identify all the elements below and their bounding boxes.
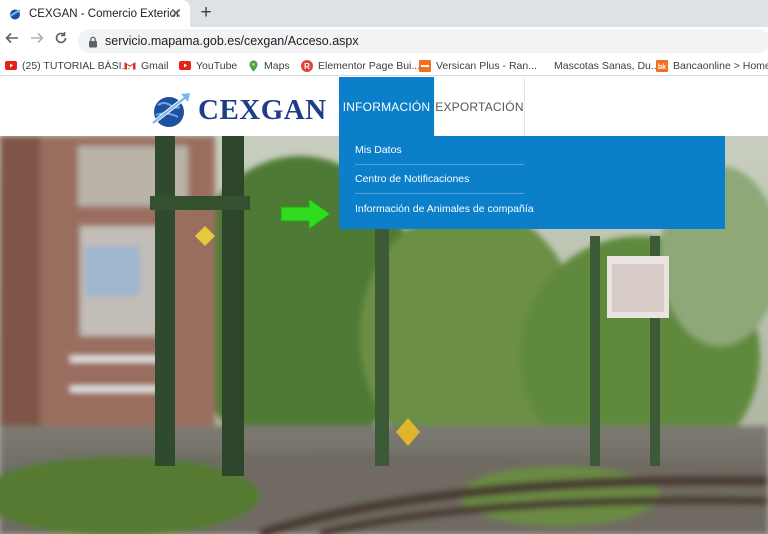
versican-icon bbox=[419, 59, 431, 72]
lock-icon[interactable] bbox=[88, 35, 98, 48]
green-arrow-icon bbox=[279, 197, 333, 236]
url-text: servicio.mapama.gob.es/cexgan/Acceso.asp… bbox=[105, 34, 359, 48]
bookmarks-bar: (25) TUTORIAL BÁSI... Gmail YouTube Maps… bbox=[0, 55, 768, 76]
new-tab-button[interactable]: + bbox=[196, 3, 216, 23]
bookmark-label: Mascotas Sanas, Du... bbox=[554, 59, 660, 72]
close-tab-icon[interactable]: ✕ bbox=[168, 5, 184, 21]
bookmark-label: Bancaonline > Home bbox=[673, 59, 768, 72]
maps-icon bbox=[247, 60, 259, 72]
browser-toolbar: servicio.mapama.gob.es/cexgan/Acceso.asp… bbox=[0, 27, 768, 55]
browser-tab[interactable]: CEXGAN - Comercio Exterior ✕ bbox=[0, 0, 190, 27]
logo-text: CEXGAN bbox=[198, 93, 327, 126]
gmail-icon bbox=[124, 60, 136, 72]
bookmark-label: Gmail bbox=[141, 59, 169, 72]
elementor-icon: R bbox=[301, 59, 313, 72]
address-bar[interactable]: servicio.mapama.gob.es/cexgan/Acceso.asp… bbox=[78, 29, 768, 53]
menu-item-centro-notificaciones[interactable]: Centro de Notificaciones bbox=[355, 165, 524, 194]
bank-icon: bk bbox=[656, 59, 668, 72]
main-nav: INFORMACIÓN EXPORTACIÓN bbox=[339, 77, 525, 136]
bookmark-label: Maps bbox=[264, 59, 290, 72]
bookmark-mascotas[interactable]: Mascotas Sanas, Du... bbox=[554, 55, 660, 76]
bookmark-versican[interactable]: Versican Plus - Ran... bbox=[419, 55, 537, 76]
reload-icon[interactable] bbox=[51, 31, 71, 51]
menu-item-informacion-animales[interactable]: Información de Animales de compañía bbox=[355, 194, 534, 223]
nav-tab-informacion[interactable]: INFORMACIÓN bbox=[339, 77, 434, 136]
youtube-icon bbox=[5, 60, 17, 72]
site-header: CEXGAN INFORMACIÓN EXPORTACIÓN bbox=[0, 77, 768, 136]
bookmark-label: Elementor Page Bui... bbox=[318, 59, 421, 72]
informacion-dropdown-menu: Mis Datos Centro de Notificaciones Infor… bbox=[339, 136, 725, 229]
cexgan-logo[interactable]: CEXGAN bbox=[150, 91, 327, 129]
cexgan-favicon-icon bbox=[8, 7, 22, 21]
svg-text:R: R bbox=[304, 62, 310, 71]
bookmark-tutorial[interactable]: (25) TUTORIAL BÁSI... bbox=[5, 55, 130, 76]
bookmark-label: Versican Plus - Ran... bbox=[436, 59, 537, 72]
bookmark-label: (25) TUTORIAL BÁSI... bbox=[22, 59, 131, 72]
globe-logo-icon bbox=[150, 91, 192, 129]
browser-tabstrip: CEXGAN - Comercio Exterior ✕ + bbox=[0, 0, 768, 27]
bookmark-label: YouTube bbox=[196, 59, 238, 72]
nav-tab-exportacion[interactable]: EXPORTACIÓN bbox=[434, 77, 525, 136]
bookmark-bancaonline[interactable]: bk Bancaonline > Home bbox=[656, 55, 768, 76]
forward-arrow-icon[interactable] bbox=[27, 31, 47, 51]
menu-item-mis-datos[interactable]: Mis Datos bbox=[355, 136, 524, 165]
svg-text:bk: bk bbox=[658, 64, 666, 71]
youtube-icon bbox=[179, 60, 191, 72]
bookmark-elementor[interactable]: R Elementor Page Bui... bbox=[301, 55, 420, 76]
bookmark-maps[interactable]: Maps bbox=[247, 55, 290, 76]
bookmark-youtube[interactable]: YouTube bbox=[179, 55, 237, 76]
tab-title: CEXGAN - Comercio Exterior bbox=[29, 7, 180, 20]
back-arrow-icon[interactable] bbox=[2, 31, 22, 51]
bookmark-gmail[interactable]: Gmail bbox=[124, 55, 168, 76]
